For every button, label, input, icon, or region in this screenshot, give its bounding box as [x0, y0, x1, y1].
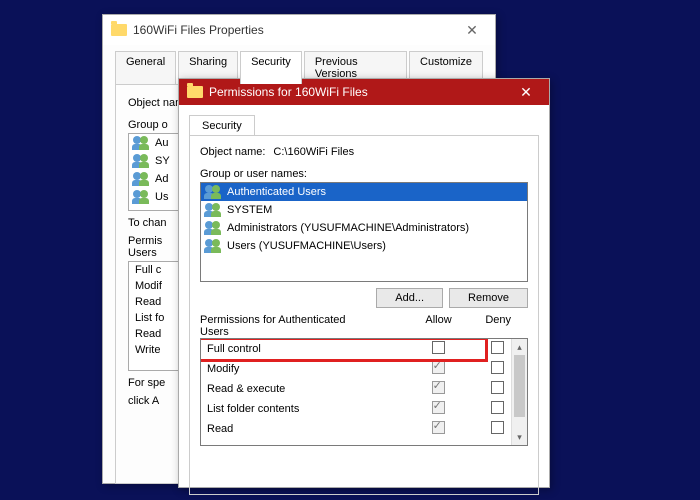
deny-checkbox[interactable]	[491, 421, 504, 434]
allow-header: Allow	[409, 314, 469, 338]
permission-row: Full control	[201, 339, 527, 359]
allow-checkbox[interactable]	[432, 421, 445, 434]
user-name: Authenticated Users	[227, 186, 326, 198]
permissions-for-label: Permissions for Authenticated	[200, 314, 409, 326]
permissions-tabs: Security	[189, 115, 539, 136]
users-icon	[205, 239, 223, 253]
object-name-label: Object name:	[200, 146, 265, 158]
permission-name: Full control	[207, 343, 408, 355]
user-name: Users (YUSUFMACHINE\Users)	[227, 240, 386, 252]
allow-checkbox[interactable]	[432, 381, 445, 394]
users-icon	[205, 221, 223, 235]
scrollbar[interactable]: ▴ ▾	[511, 339, 527, 445]
users-icon	[205, 203, 223, 217]
allow-checkbox[interactable]	[432, 361, 445, 374]
allow-checkbox[interactable]	[432, 401, 445, 414]
users-icon	[133, 154, 151, 168]
users-icon	[133, 190, 151, 204]
permissions-title: Permissions for 160WiFi Files	[209, 85, 511, 99]
users-icon	[205, 185, 223, 199]
permission-name: Read & execute	[207, 383, 408, 395]
permissions-for-label-2: Users	[200, 326, 409, 338]
tab-security[interactable]: Security	[189, 115, 255, 136]
scroll-thumb[interactable]	[514, 355, 525, 417]
permission-row: List folder contents	[201, 399, 527, 419]
add-button[interactable]: Add...	[376, 288, 443, 308]
close-icon[interactable]: ✕	[511, 84, 541, 101]
permissions-grid: Full control Modify Read & execute List …	[200, 338, 528, 446]
users-listbox[interactable]: Authenticated Users SYSTEM Administrator…	[200, 182, 528, 282]
list-item[interactable]: SYSTEM	[201, 201, 527, 219]
group-users-label: Group or user names:	[200, 168, 528, 180]
remove-button[interactable]: Remove	[449, 288, 528, 308]
deny-checkbox[interactable]	[491, 401, 504, 414]
tab-general[interactable]: General	[115, 51, 176, 84]
deny-checkbox[interactable]	[491, 341, 504, 354]
users-icon	[133, 172, 151, 186]
list-item[interactable]: Administrators (YUSUFMACHINE\Administrat…	[201, 219, 527, 237]
close-icon[interactable]: ✕	[457, 22, 487, 39]
permissions-titlebar: Permissions for 160WiFi Files ✕	[179, 79, 549, 105]
properties-title: 160WiFi Files Properties	[133, 23, 457, 37]
allow-checkbox[interactable]	[432, 341, 445, 354]
permission-row: Modify	[201, 359, 527, 379]
tab-security[interactable]: Security	[240, 51, 302, 84]
properties-titlebar: 160WiFi Files Properties ✕	[103, 15, 495, 45]
scroll-down-icon[interactable]: ▾	[512, 429, 527, 445]
user-name: SYSTEM	[227, 204, 272, 216]
permission-name: List folder contents	[207, 403, 408, 415]
folder-icon	[111, 24, 127, 36]
permissions-body: Object name: C:\160WiFi Files Group or u…	[189, 135, 539, 495]
list-item[interactable]: Users (YUSUFMACHINE\Users)	[201, 237, 527, 255]
deny-checkbox[interactable]	[491, 361, 504, 374]
permission-name: Read	[207, 423, 408, 435]
users-icon	[133, 136, 151, 150]
user-name: Administrators (YUSUFMACHINE\Administrat…	[227, 222, 469, 234]
deny-checkbox[interactable]	[491, 381, 504, 394]
permissions-window: Permissions for 160WiFi Files ✕ Security…	[178, 78, 550, 488]
permission-row: Read & execute	[201, 379, 527, 399]
deny-header: Deny	[468, 314, 528, 338]
list-item[interactable]: Authenticated Users	[201, 183, 527, 201]
folder-icon	[187, 86, 203, 98]
object-name-value: C:\160WiFi Files	[273, 146, 354, 158]
scroll-up-icon[interactable]: ▴	[512, 339, 527, 355]
permission-row: Read	[201, 419, 527, 439]
permission-name: Modify	[207, 363, 408, 375]
